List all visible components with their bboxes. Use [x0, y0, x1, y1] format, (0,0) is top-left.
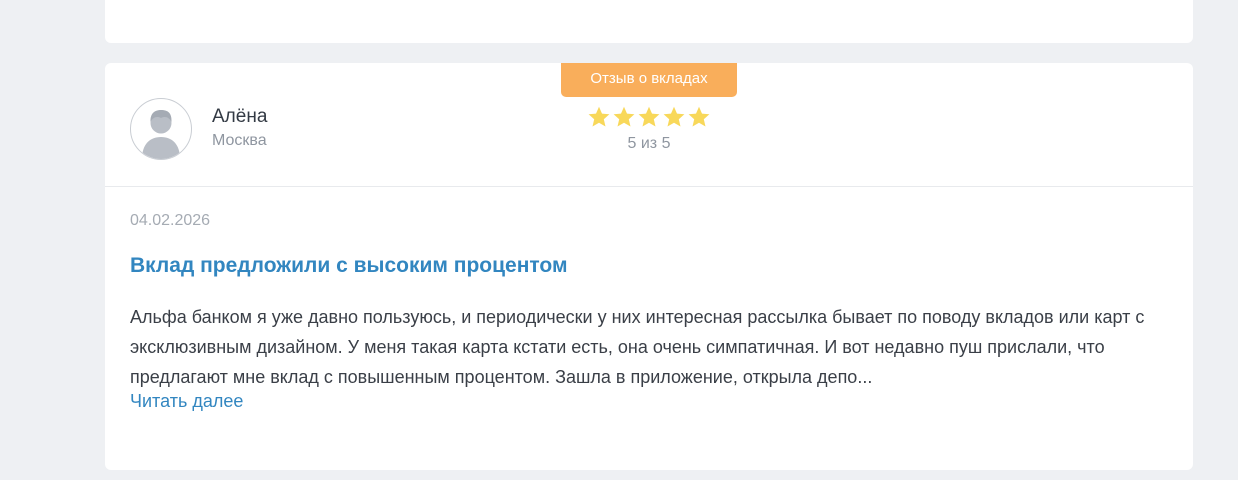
divider	[105, 186, 1193, 187]
user-silhouette-icon	[130, 98, 192, 160]
star-icon	[663, 106, 685, 127]
star-icon	[688, 106, 710, 127]
star-icon	[613, 106, 635, 127]
rating-text: 5 из 5	[627, 135, 671, 152]
category-badge: Отзыв о вкладах	[561, 63, 737, 97]
rating-stars	[579, 105, 719, 131]
star-icon	[588, 106, 610, 127]
review-card: Отзыв о вкладах Алёна Москва 5 из 5 04.0…	[105, 63, 1193, 470]
previous-review-card	[105, 0, 1193, 43]
rating: 5 из 5	[579, 105, 719, 153]
review-title[interactable]: Вклад предложили с высоким процентом	[130, 254, 568, 278]
star-icon	[638, 106, 660, 127]
read-more-link[interactable]: Читать далее	[130, 391, 243, 412]
author-city: Москва	[212, 132, 267, 149]
review-body: Альфа банком я уже давно пользуюсь, и пе…	[130, 307, 1145, 387]
author-name: Алёна	[212, 106, 268, 127]
review-date: 04.02.2026	[130, 212, 211, 229]
